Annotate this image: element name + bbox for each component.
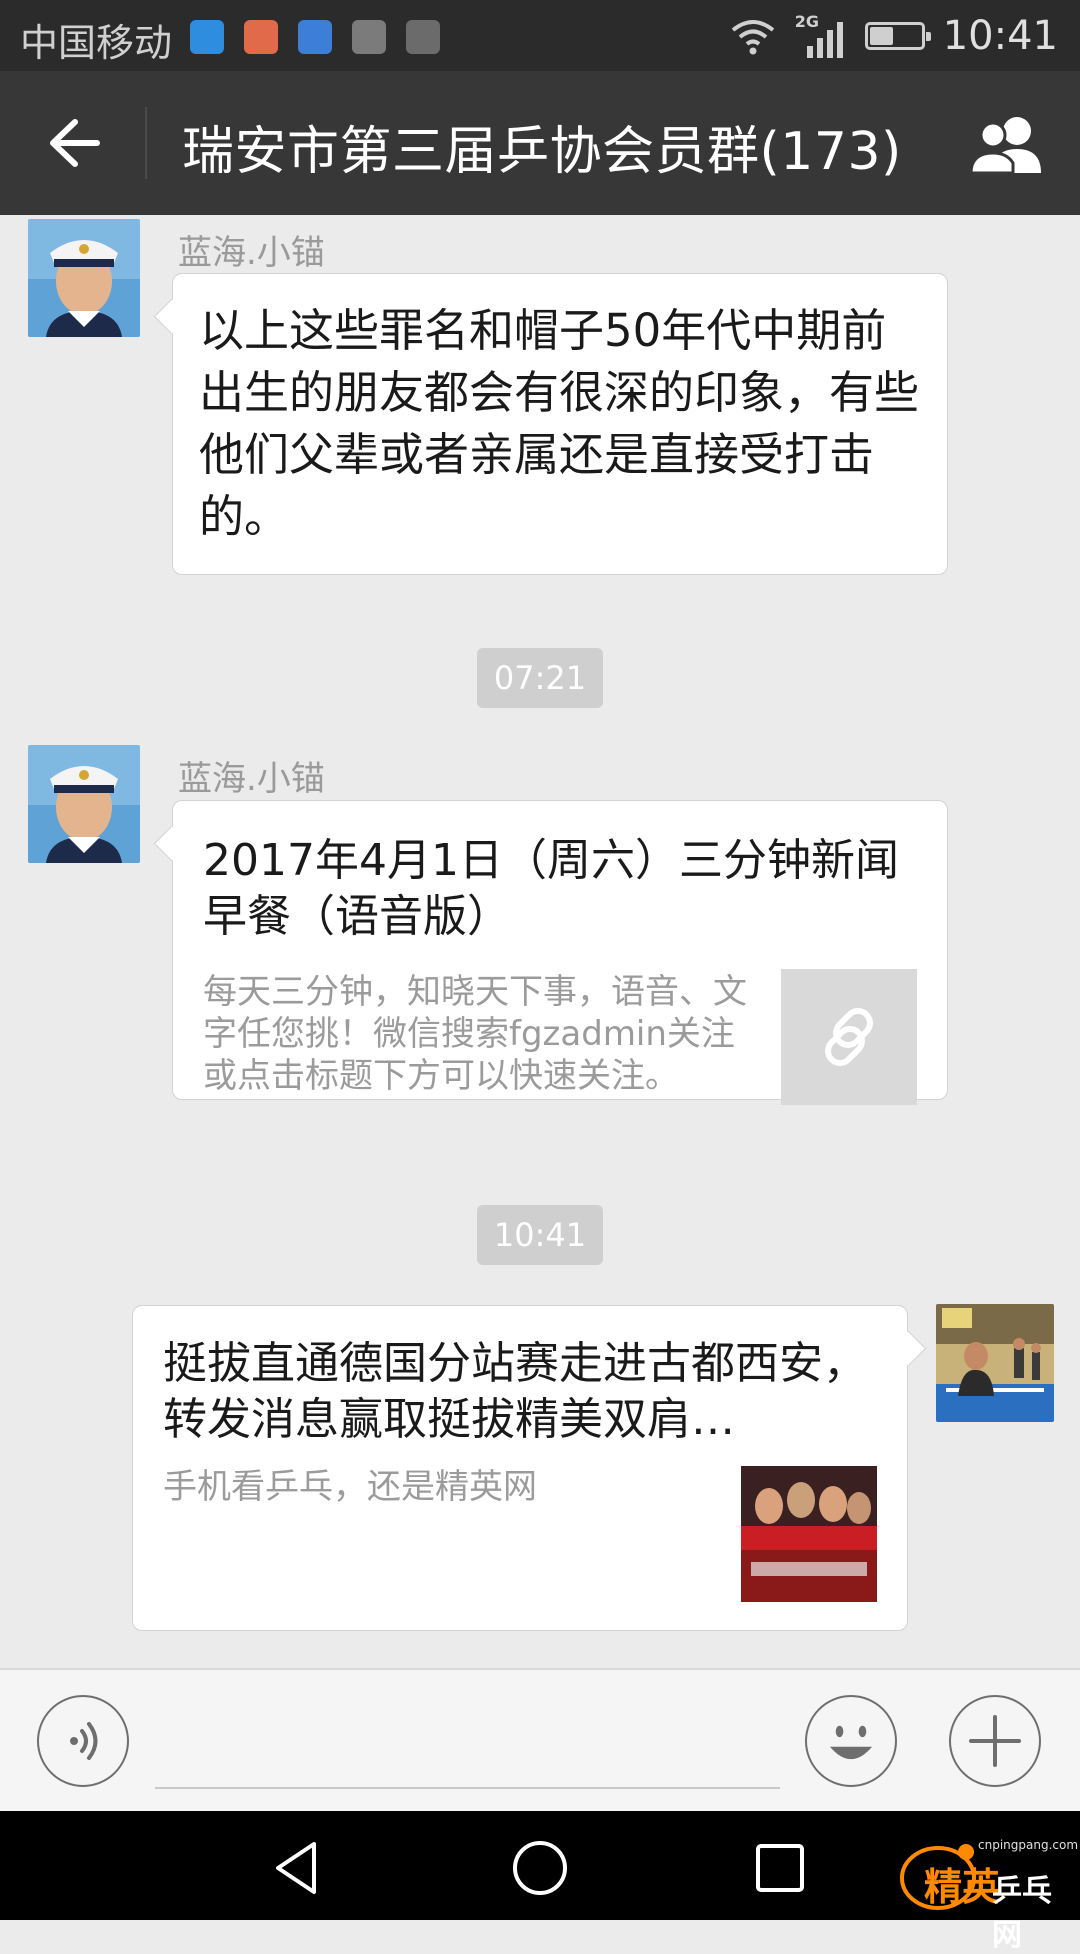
emoji-button[interactable] (805, 1695, 897, 1787)
input-bar (0, 1668, 1080, 1811)
timestamp: 07:21 (477, 648, 603, 708)
chat-header: 瑞安市第三届乒协会员群(173) (0, 71, 1080, 215)
link-card-description: 手机看乒乓，还是精英网 (163, 1467, 537, 1507)
link-card-description: 每天三分钟，知晓天下事，语音、文字任您挑！微信搜索fgzadmin关注或点击标题… (203, 972, 747, 1096)
square-recents-icon (756, 1844, 804, 1892)
carrier-name: 中国移动 (20, 21, 173, 65)
group-members-icon (969, 117, 1041, 175)
nav-home-button[interactable] (510, 1838, 570, 1898)
sender-name: 蓝海.小锚 (178, 759, 325, 799)
group-info-button[interactable] (966, 109, 1052, 179)
mail-icon (244, 20, 278, 54)
wifi-icon (731, 20, 774, 55)
triangle-back-icon (276, 1842, 316, 1894)
back-button[interactable] (30, 107, 120, 179)
photo-icon (406, 20, 440, 54)
gallery-icon (352, 20, 386, 54)
watermark-brand: 精英 (924, 1865, 1001, 1909)
watermark-url: cnpingpang.com (978, 1838, 1079, 1852)
voice-input-button[interactable] (37, 1695, 129, 1787)
more-actions-button[interactable] (949, 1695, 1041, 1787)
link-card-title: 挺拔直通德国分站赛走进古都西安，转发消息赢取挺拔精美双肩… (163, 1338, 867, 1445)
link-card-title: 2017年4月1日（周六）三分钟新闻早餐（语音版） (203, 835, 899, 942)
status-bar: 中国移动 2G 10:41 (0, 0, 1080, 71)
sender-name: 蓝海.小锚 (178, 233, 325, 273)
nav-recents-button[interactable] (750, 1838, 810, 1898)
back-arrow-icon (50, 119, 100, 167)
chat-title: 瑞安市第三届乒协会员群(173) (182, 122, 902, 182)
smiley-icon (829, 1725, 873, 1760)
my-avatar[interactable] (936, 1304, 1054, 1422)
system-navigation-bar: cnpingpang.com 精英 乒乓网 (0, 1811, 1080, 1953)
cellular-signal-icon: 2G (795, 12, 847, 60)
header-divider (145, 107, 147, 179)
link-card[interactable]: 2017年4月1日（周六）三分钟新闻早餐（语音版） 每天三分钟，知晓天下事，语音… (172, 800, 948, 1105)
nav-back-button[interactable] (268, 1838, 328, 1898)
sender-avatar[interactable] (28, 745, 140, 863)
site-watermark: cnpingpang.com 精英 乒乓网 (894, 1828, 1078, 1953)
watermark-site: 乒乓网 (992, 1874, 1052, 1953)
sender-avatar[interactable] (28, 219, 140, 337)
circle-home-icon (513, 1841, 567, 1895)
battery-level (869, 27, 893, 45)
timestamp: 10:41 (477, 1205, 603, 1265)
battery-icon (864, 22, 931, 50)
voice-icon (70, 1722, 98, 1760)
message-list[interactable]: 蓝海.小锚 以上这些罪名和帽子50年代中期前出生的朋友都会有很深的印象，有些他们… (0, 215, 1080, 1668)
baidu-icon (190, 20, 224, 54)
message-text: 以上这些罪名和帽子50年代中期前出生的朋友都会有很深的印象，有些他们父辈或者亲属… (199, 304, 920, 543)
message-input[interactable] (155, 1787, 780, 1789)
message-bubble[interactable]: 以上这些罪名和帽子50年代中期前出生的朋友都会有很深的印象，有些他们父辈或者亲属… (172, 273, 948, 575)
link-icon (825, 1008, 873, 1066)
outgoing-link-card[interactable]: 挺拔直通德国分站赛走进古都西安，转发消息赢取挺拔精美双肩… 手机看乒乓，还是精英… (132, 1305, 908, 1631)
clock: 10:41 (942, 13, 1058, 59)
plus-icon (969, 1715, 1021, 1767)
health-icon (298, 20, 332, 54)
link-thumbnail (741, 1466, 877, 1602)
link-thumbnail (781, 969, 917, 1105)
